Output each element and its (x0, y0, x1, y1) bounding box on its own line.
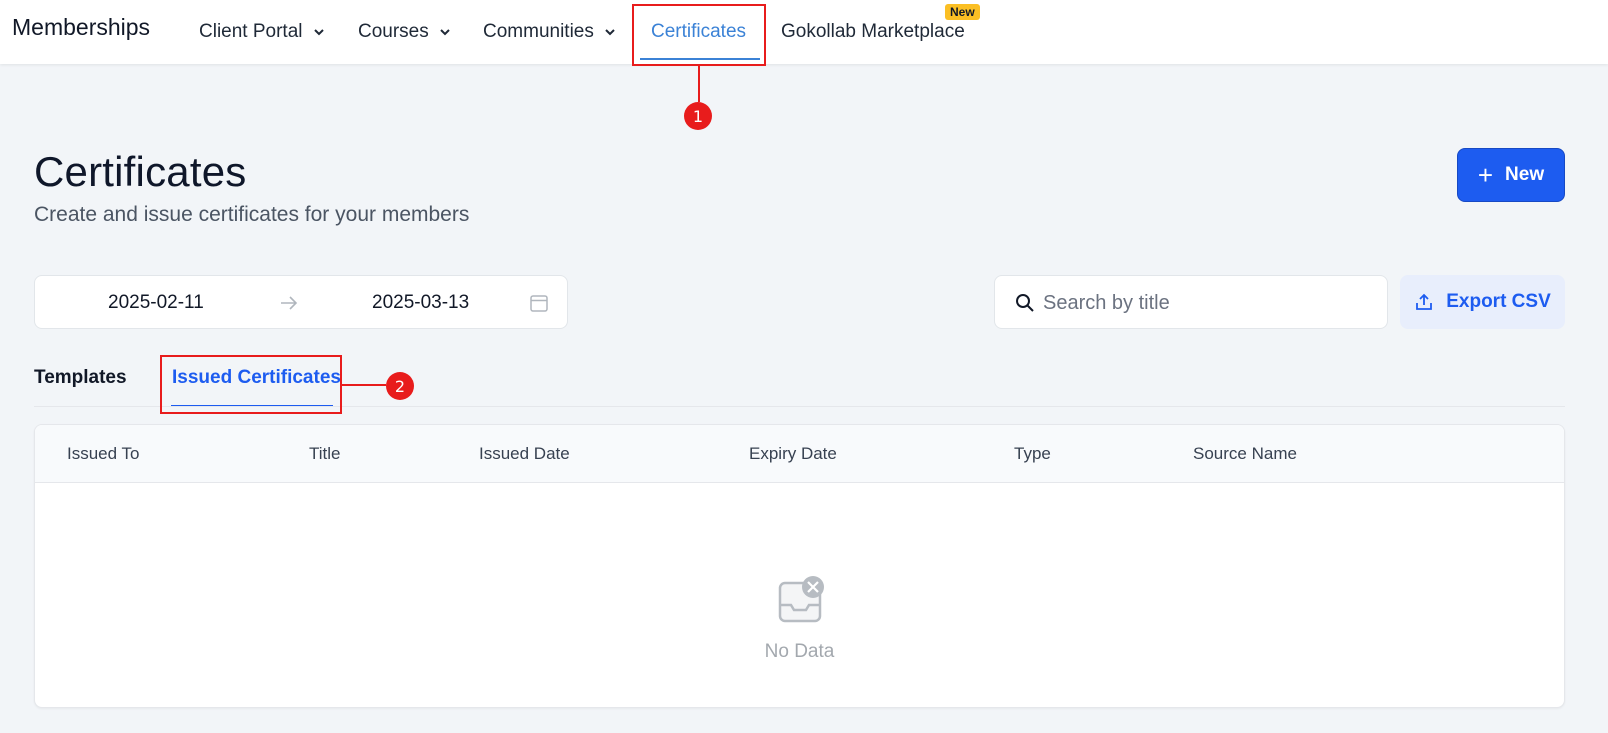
page-title: Certificates (34, 148, 247, 195)
brand-title: Memberships (12, 14, 151, 40)
export-csv-label: Export CSV (1446, 291, 1551, 312)
column-header-issued-to[interactable]: Issued To (67, 444, 139, 464)
nav-item-label: Communities (483, 21, 594, 42)
date-start[interactable]: 2025-02-11 (108, 292, 204, 314)
column-header-source-name[interactable]: Source Name (1193, 444, 1297, 464)
arrow-right-icon (281, 296, 298, 310)
top-navigation: Memberships Client Portal Courses Commun… (0, 0, 1608, 64)
table-header: Issued To Title Issued Date Expiry Date … (35, 425, 1564, 483)
annotation-marker-2: 2 (386, 372, 414, 400)
empty-state-text: No Data (764, 641, 835, 662)
search-box (994, 275, 1388, 329)
column-header-expiry-date[interactable]: Expiry Date (749, 444, 837, 464)
nav-item-courses[interactable]: Courses (358, 20, 451, 44)
new-button[interactable]: + New (1457, 148, 1565, 202)
annotation-connector-2 (342, 384, 386, 386)
nav-item-label: Gokollab Marketplace (781, 21, 965, 42)
empty-inbox-icon (778, 576, 824, 623)
nav-item-communities[interactable]: Communities (483, 20, 616, 44)
annotation-connector-1 (698, 66, 700, 102)
nav-item-client-portal[interactable]: Client Portal (199, 20, 325, 44)
nav-item-label: Courses (358, 21, 429, 42)
empty-state: No Data (35, 483, 1564, 707)
nav-item-gokollab-marketplace[interactable]: Gokollab Marketplace (781, 20, 965, 44)
chevron-down-icon (605, 29, 615, 36)
annotation-marker-1: 1 (684, 102, 712, 130)
chevron-down-icon (440, 29, 450, 36)
export-csv-button[interactable]: Export CSV (1400, 275, 1565, 329)
date-range-picker[interactable]: 2025-02-11 2025-03-13 (34, 275, 568, 329)
chevron-down-icon (313, 29, 324, 36)
page-subtitle: Create and issue certificates for your m… (34, 203, 470, 226)
date-end[interactable]: 2025-03-13 (372, 292, 469, 314)
annotation-box-2 (160, 355, 342, 414)
column-header-type[interactable]: Type (1014, 444, 1051, 464)
tab-templates[interactable]: Templates (34, 367, 127, 389)
new-badge: New (945, 4, 980, 20)
issued-certificates-table: Issued To Title Issued Date Expiry Date … (34, 424, 1565, 708)
plus-icon: + (1477, 160, 1494, 190)
new-button-label: New (1505, 164, 1545, 185)
calendar-icon (530, 295, 548, 312)
search-icon (1016, 294, 1034, 312)
annotation-box-1 (632, 4, 766, 66)
upload-icon (1416, 293, 1433, 310)
column-header-title[interactable]: Title (309, 444, 341, 464)
nav-item-label: Client Portal (199, 21, 303, 42)
column-header-issued-date[interactable]: Issued Date (479, 444, 570, 464)
search-input[interactable] (1043, 288, 1373, 318)
